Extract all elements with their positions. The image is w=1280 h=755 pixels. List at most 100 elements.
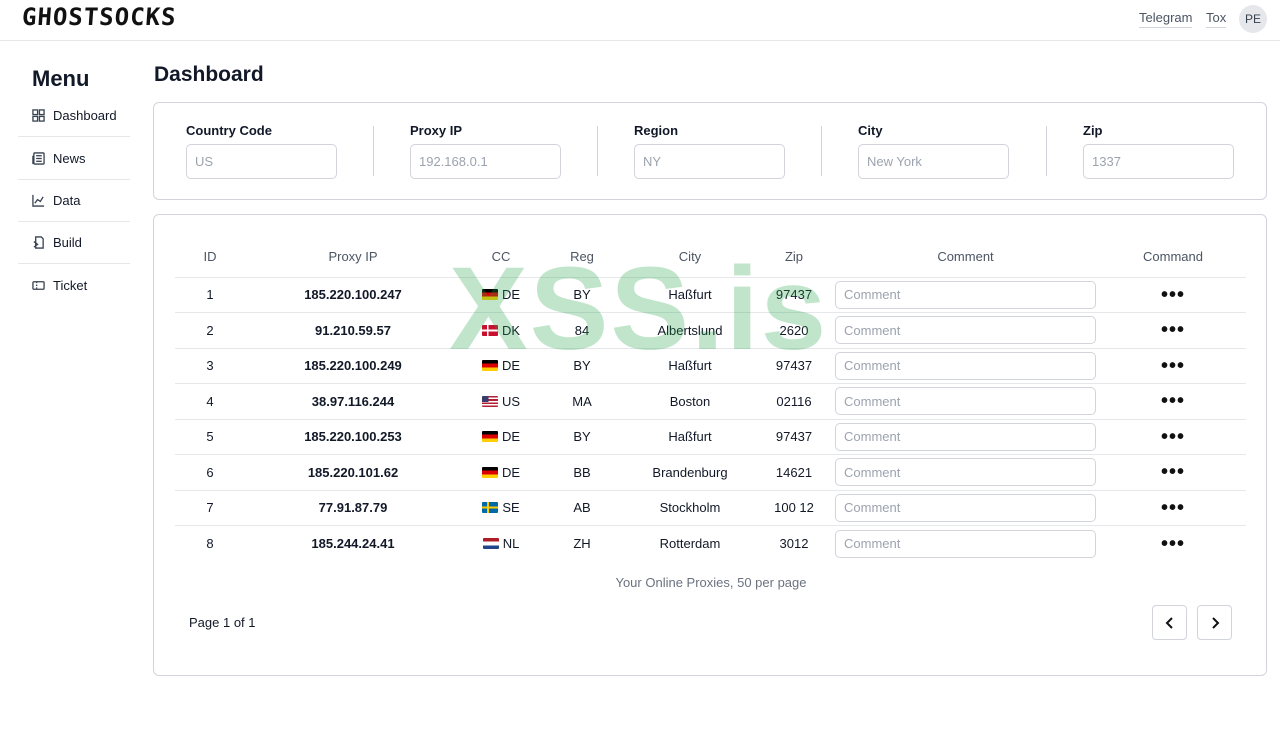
flag-icon — [482, 502, 499, 514]
cell-city: Rotterdam — [659, 536, 721, 551]
cell-zip: 2620 — [757, 312, 831, 349]
prev-page-button[interactable] — [1152, 605, 1187, 640]
city-input[interactable] — [858, 144, 1009, 179]
comment-input[interactable] — [835, 529, 1096, 558]
page-title: Dashboard — [154, 63, 264, 86]
sidebar-item-ticket[interactable]: Ticket — [18, 264, 130, 306]
cell-command: ••• — [1100, 454, 1246, 491]
cell-zip: 97437 — [757, 419, 831, 455]
sidebar-item-label: Build — [53, 235, 82, 250]
filter-label: City — [858, 123, 883, 138]
cell-id: 1 — [175, 277, 245, 313]
cell-proxy-ip[interactable]: 38.97.116.244 — [245, 383, 461, 420]
cell-proxy-ip[interactable]: 185.220.100.253 — [245, 419, 461, 455]
table-caption: Your Online Proxies, 50 per page — [615, 575, 807, 590]
cell-proxy-ip[interactable]: 185.220.100.249 — [245, 348, 461, 384]
cell-id: 7 — [175, 490, 245, 526]
column-header-city[interactable]: City — [623, 237, 757, 278]
cell-zip: 97437 — [757, 277, 831, 313]
cell-proxy-ip[interactable]: 185.220.101.62 — [245, 454, 461, 491]
more-options-icon[interactable]: ••• — [1161, 319, 1185, 341]
table-row[interactable]: 777.91.87.79 SE ABStockholm100 12 ••• — [175, 490, 1246, 526]
telegram-link[interactable]: Telegram — [1139, 10, 1193, 28]
cell-comment — [831, 490, 1100, 526]
more-options-icon[interactable]: ••• — [1161, 497, 1185, 519]
cell-proxy-ip[interactable]: 77.91.87.79 — [245, 490, 461, 526]
more-options-icon[interactable]: ••• — [1161, 533, 1185, 555]
comment-input[interactable] — [835, 280, 1096, 309]
cell-zip: 3012 — [779, 536, 809, 551]
brand-logo[interactable]: GHOSTSOCKS — [21, 3, 177, 31]
comment-input[interactable] — [835, 351, 1096, 380]
more-options-icon[interactable]: ••• — [1161, 390, 1185, 412]
proxy-table: ID Proxy IP CC Reg City Zip Comment Comm… — [175, 237, 1246, 561]
next-page-button[interactable] — [1197, 605, 1232, 640]
table-row[interactable]: 8 185.244.24.41 NL ZH Rotterdam 3012 ••• — [175, 526, 1246, 562]
column-header-id[interactable]: ID — [175, 237, 245, 278]
cell-cc: DE — [461, 454, 541, 491]
cell-proxy-ip[interactable]: 91.210.59.57 — [245, 312, 461, 349]
cell-comment — [831, 312, 1100, 349]
column-header-zip[interactable]: Zip — [757, 237, 831, 278]
sidebar-item-dashboard[interactable]: Dashboard — [18, 95, 130, 137]
build-icon — [33, 236, 44, 249]
flag-icon — [481, 466, 498, 478]
comment-input[interactable] — [835, 493, 1096, 522]
sidebar-item-news[interactable]: News — [18, 138, 130, 180]
sidebar-item-data[interactable]: Data — [18, 180, 130, 222]
tox-link[interactable]: Tox — [1206, 10, 1227, 28]
table-row[interactable]: 291.210.59.57 DK 84Albertslund2620 ••• — [175, 312, 1246, 349]
menu-title: Menu — [32, 66, 90, 91]
cell-zip: 100 12 — [757, 490, 831, 526]
more-options-icon[interactable]: ••• — [1161, 355, 1185, 377]
chart-icon — [32, 194, 45, 207]
table-row[interactable]: 1185.220.100.247 DE BYHaßfurt97437 ••• — [175, 277, 1246, 313]
divider — [1046, 126, 1047, 176]
filter-label: Proxy IP — [410, 123, 463, 138]
comment-input[interactable] — [835, 316, 1096, 345]
cell-reg: BY — [541, 277, 623, 313]
table-row[interactable]: 5185.220.100.253 DE BYHaßfurt97437 ••• — [175, 419, 1246, 455]
cell-city: Albertslund — [623, 312, 757, 349]
filter-country-code: Country Code — [186, 123, 337, 179]
cell-comment — [831, 383, 1100, 420]
comment-input[interactable] — [835, 387, 1096, 416]
avatar[interactable]: PE — [1239, 5, 1267, 33]
sidebar-item-build[interactable]: Build — [18, 222, 130, 264]
cell-city: Boston — [623, 383, 757, 420]
cell-reg: ZH — [573, 536, 591, 551]
cell-command: ••• — [1100, 277, 1246, 313]
table-row[interactable]: 6185.220.101.62 DE BBBrandenburg14621 ••• — [175, 454, 1246, 491]
column-header-proxy-ip[interactable]: Proxy IP — [245, 237, 461, 278]
more-options-icon[interactable]: ••• — [1161, 284, 1185, 306]
chevron-right-icon — [1211, 616, 1219, 629]
country-code: NL — [502, 536, 520, 551]
cell-proxy-ip[interactable]: 185.244.24.41 — [245, 526, 461, 562]
more-options-icon[interactable]: ••• — [1161, 426, 1185, 448]
country-code: US — [501, 393, 521, 409]
proxy-ip-input[interactable] — [410, 144, 561, 179]
divider — [597, 126, 598, 176]
country-code-input[interactable] — [186, 144, 337, 179]
more-options-icon[interactable]: ••• — [1161, 461, 1185, 483]
column-header-cc[interactable]: CC — [461, 237, 541, 278]
country-code: DE — [501, 429, 521, 445]
filter-zip: Zip — [1083, 123, 1234, 179]
filter-panel: Country Code Proxy IP Region City Zip — [153, 102, 1267, 200]
cell-reg: 84 — [541, 312, 623, 349]
cell-zip: 14621 — [757, 454, 831, 491]
cell-proxy-ip[interactable]: 185.220.100.247 — [245, 277, 461, 313]
filter-label: Country Code — [186, 123, 272, 138]
cell-cc: DE — [461, 348, 541, 384]
comment-input[interactable] — [835, 422, 1096, 451]
column-header-reg[interactable]: Reg — [541, 237, 623, 278]
zip-input[interactable] — [1083, 144, 1234, 179]
flag-icon — [481, 360, 498, 372]
cell-id: 5 — [175, 419, 245, 455]
table-row[interactable]: 3185.220.100.249 DE BYHaßfurt97437 ••• — [175, 348, 1246, 384]
page-info: Page 1 of 1 — [189, 615, 256, 630]
cell-reg: AB — [541, 490, 623, 526]
table-row[interactable]: 438.97.116.244 US MABoston02116 ••• — [175, 383, 1246, 420]
region-input[interactable] — [634, 144, 785, 179]
comment-input[interactable] — [835, 458, 1096, 487]
